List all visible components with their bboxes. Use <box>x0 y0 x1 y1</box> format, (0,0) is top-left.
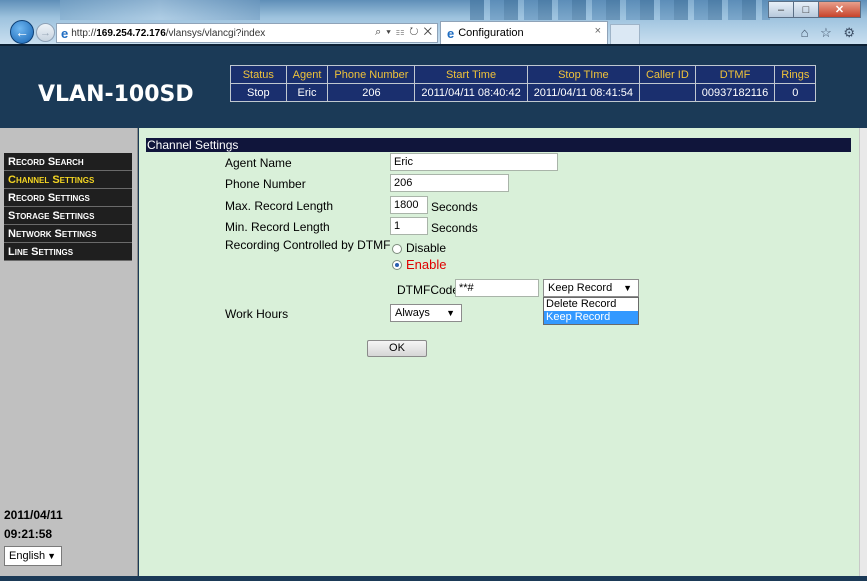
device-time: 09:21:58 <box>4 527 53 541</box>
status-value: 0 <box>774 83 817 102</box>
dtmf-action-value: Keep Record <box>548 282 613 294</box>
maximize-button[interactable]: □ <box>793 1 819 18</box>
chevron-down-icon: ▼ <box>446 308 455 318</box>
channel-settings-panel: Channel Settings Agent Name Eric Phone N… <box>139 128 859 576</box>
min-record-length-label: Min. Record Length <box>225 220 330 234</box>
max-record-length-input[interactable]: 1800 <box>390 196 428 214</box>
dtmf-action-select[interactable]: Keep Record ▼ <box>543 279 639 297</box>
sidebar-item-record-settings[interactable]: Record Settings <box>4 189 132 207</box>
chevron-down-icon: ▼ <box>47 551 56 561</box>
arrow-left-icon: ← <box>15 24 29 40</box>
status-col-header: Rings <box>774 65 817 84</box>
status-value <box>638 83 696 102</box>
device-clock: 2011/04/11 09:21:58 <box>4 506 63 544</box>
address-bar[interactable]: e http://169.254.72.176/vlansys/vlancgi?… <box>56 23 438 43</box>
work-hours-label: Work Hours <box>225 307 289 321</box>
browser-chrome: – □ ✕ ← → e http://169.254.72.176/vlansy… <box>0 0 867 44</box>
language-value: English <box>9 550 46 562</box>
product-logo: VLAN-100SD <box>38 82 194 107</box>
status-col-header: Start Time <box>414 65 528 84</box>
tab-close-icon[interactable]: × <box>595 25 601 37</box>
dtmf-action-dropdown: Delete Record Keep Record <box>543 297 639 325</box>
dtmf-enable-radio[interactable] <box>392 260 402 270</box>
dtmf-disable-radio[interactable] <box>392 244 402 254</box>
phone-number-input[interactable]: 206 <box>390 174 509 192</box>
dtmf-code-label: DTMFCode <box>397 283 460 297</box>
tab-title: Configuration <box>458 27 524 39</box>
device-date: 2011/04/11 <box>4 508 63 522</box>
window-controls: – □ ✕ <box>768 1 861 18</box>
close-window-button[interactable]: ✕ <box>818 1 861 18</box>
status-col-header: Stop TIme <box>526 65 640 84</box>
work-hours-value: Always <box>395 307 430 319</box>
max-record-unit: Seconds <box>431 200 478 214</box>
status-col-header: DTMF <box>694 65 776 84</box>
channel-status-table: Status Agent Phone Number Start Time Sto… <box>230 65 817 102</box>
min-record-length-input[interactable]: 1 <box>390 217 428 235</box>
sidebar: Record Search Channel Settings Record Se… <box>0 128 138 576</box>
ie-page-icon: e <box>61 25 69 41</box>
back-button[interactable]: ← <box>10 20 34 44</box>
url-host: 169.254.72.176 <box>96 27 166 39</box>
chevron-down-icon: ▼ <box>623 283 632 293</box>
section-title: Channel Settings <box>146 138 851 152</box>
dtmf-control-label: Recording Controlled by DTMF <box>225 238 391 252</box>
sidebar-item-line-settings[interactable]: Line Settings <box>4 243 132 261</box>
forward-button[interactable]: → <box>36 23 55 42</box>
page-scrollbar[interactable] <box>859 128 867 576</box>
max-record-length-label: Max. Record Length <box>225 199 334 213</box>
title-bar-decoration <box>60 0 260 20</box>
arrow-right-icon: → <box>40 26 51 39</box>
agent-name-input[interactable]: Eric <box>390 153 558 171</box>
home-favorites-settings-icons[interactable]: ⌂ ☆ ⚙ <box>801 25 859 41</box>
minimize-button[interactable]: – <box>768 1 794 18</box>
min-record-unit: Seconds <box>431 221 478 235</box>
status-value: 2011/04/11 08:41:54 <box>526 83 640 102</box>
sidebar-item-record-search[interactable]: Record Search <box>4 153 132 171</box>
status-col-header: Agent <box>285 65 329 84</box>
phone-number-label: Phone Number <box>225 177 306 191</box>
address-tools-icons[interactable]: ⌕ ▾ ☷ ↻ ✕ <box>375 26 433 39</box>
url-path: /vlansys/vlancgi?index <box>165 27 266 39</box>
status-value: 206 <box>327 83 416 102</box>
sidebar-item-network-settings[interactable]: Network Settings <box>4 225 132 243</box>
status-col-header: Phone Number <box>327 65 416 84</box>
url-prefix: http:// <box>71 27 97 39</box>
status-value: 2011/04/11 08:40:42 <box>414 83 528 102</box>
agent-name-label: Agent Name <box>225 156 292 170</box>
title-bar-decoration <box>470 0 770 20</box>
dtmf-code-input[interactable]: **# <box>455 279 539 297</box>
dropdown-option-keep-record[interactable]: Keep Record <box>544 311 638 324</box>
status-value: 00937182116 <box>694 83 776 102</box>
status-col-header: Caller ID <box>638 65 696 84</box>
settings-menu: Record Search Channel Settings Record Se… <box>4 153 132 261</box>
status-value: Eric <box>285 83 329 102</box>
dtmf-disable-label: Disable <box>406 241 447 255</box>
tab-configuration[interactable]: e Configuration × <box>440 21 608 44</box>
page-header: VLAN-100SD Status Agent Phone Number Sta… <box>0 44 867 128</box>
language-select[interactable]: English ▼ <box>4 546 62 566</box>
status-header-row: Status Agent Phone Number Start Time Sto… <box>230 65 817 84</box>
ok-button[interactable]: OK <box>367 340 427 357</box>
ie-page-icon: e <box>447 25 455 41</box>
status-value: Stop <box>230 83 287 102</box>
dtmf-enable-label: Enable <box>406 257 447 272</box>
sidebar-item-storage-settings[interactable]: Storage Settings <box>4 207 132 225</box>
status-value-row: Stop Eric 206 2011/04/11 08:40:42 2011/0… <box>230 83 817 102</box>
sidebar-item-channel-settings[interactable]: Channel Settings <box>4 171 132 189</box>
dropdown-option-delete-record[interactable]: Delete Record <box>544 298 638 311</box>
status-col-header: Status <box>230 65 287 84</box>
new-tab-button[interactable] <box>610 24 640 44</box>
work-hours-select[interactable]: Always ▼ <box>390 304 462 322</box>
